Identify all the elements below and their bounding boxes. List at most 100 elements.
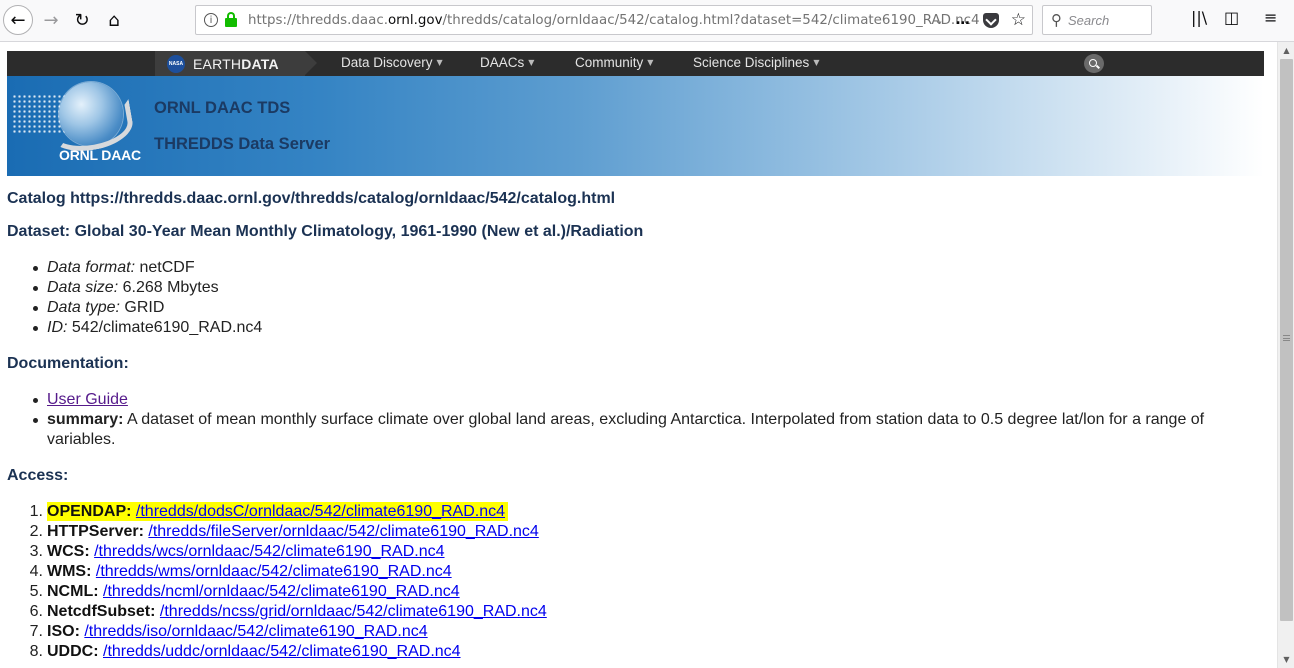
service-label: WMS: xyxy=(47,563,92,580)
reload-icon[interactable]: ↻ xyxy=(67,5,97,35)
address-bar[interactable]: i https://thredds.daac.ornl.gov/thredds/… xyxy=(195,5,1033,35)
service-label: NCML: xyxy=(47,583,99,600)
menu-science-disciplines[interactable]: Science Disciplines ▼ xyxy=(693,55,819,70)
access-link[interactable]: /thredds/wcs/ornldaac/542/climate6190_RA… xyxy=(94,543,444,560)
item-number: 1. xyxy=(29,503,43,520)
access-link[interactable]: /thredds/ncml/ornldaac/542/climate6190_R… xyxy=(103,583,460,600)
access-link[interactable]: /thredds/wms/ornldaac/542/climate6190_RA… xyxy=(96,563,452,580)
item-number: 2. xyxy=(29,523,43,540)
info-value: netCDF xyxy=(139,259,195,276)
info-label: Data format: xyxy=(47,259,136,276)
documentation-list: User Guide summary: A dataset of mean mo… xyxy=(33,390,1227,450)
access-link[interactable]: /thredds/ncss/grid/ornldaac/542/climate6… xyxy=(160,603,547,620)
list-item: Data type: GRID xyxy=(32,298,262,318)
library-icon[interactable]: ||\ xyxy=(1191,8,1207,27)
service-label: UDDC: xyxy=(47,643,99,660)
list-item: Data format: netCDF xyxy=(32,258,262,278)
access-item-wcs: 3. WCS: /thredds/wcs/ornldaac/542/climate… xyxy=(30,542,547,562)
home-icon[interactable]: ⌂ xyxy=(99,5,129,35)
access-item-uddc: 8. UDDC: /thredds/uddc/ornldaac/542/clima… xyxy=(30,642,547,662)
summary-text: A dataset of mean monthly surface climat… xyxy=(47,411,1205,448)
earthdata-search-icon[interactable] xyxy=(1084,54,1104,73)
search-placeholder: Search xyxy=(1068,12,1110,28)
dataset-info-list: Data format: netCDF Data size: 6.268 Mby… xyxy=(32,258,263,338)
item-number: 6. xyxy=(29,603,43,620)
menu-community[interactable]: Community ▼ xyxy=(575,55,653,70)
banner-title: ORNL DAAC TDS xyxy=(154,99,291,117)
access-link[interactable]: /thredds/iso/ornldaac/542/climate6190_RA… xyxy=(84,623,427,640)
menu-daacs[interactable]: DAACs ▼ xyxy=(480,55,534,70)
access-item-netcdfsubset: 6. NetcdfSubset: /thredds/ncss/grid/ornld… xyxy=(30,602,547,622)
access-item-ncml: 5. NCML: /thredds/ncml/ornldaac/542/clima… xyxy=(30,582,547,602)
search-input[interactable]: ⚲ Search xyxy=(1042,5,1152,35)
list-item: summary: A dataset of mean monthly surfa… xyxy=(33,410,1227,450)
info-value: 542/climate6190_RAD.nc4 xyxy=(71,319,263,336)
list-item: User Guide xyxy=(33,390,1227,410)
pocket-icon[interactable] xyxy=(982,12,999,28)
earthdata-brand[interactable]: NASA EARTHDATA xyxy=(155,51,317,76)
caret-down-icon: ▼ xyxy=(528,58,535,67)
scroll-thumb[interactable] xyxy=(1280,59,1293,621)
brand-bold: DATA xyxy=(241,55,279,72)
scroll-down-arrow-icon[interactable]: ▼ xyxy=(1278,651,1294,668)
ornl-daac-banner: ORNL DAAC ORNL DAAC TDS THREDDS Data Ser… xyxy=(7,76,1264,176)
access-heading: Access: xyxy=(7,467,69,484)
list-item: Data size: 6.268 Mbytes xyxy=(32,278,262,298)
item-number: 5. xyxy=(29,583,43,600)
access-item-wms: 4. WMS: /thredds/wms/ornldaac/542/climate… xyxy=(30,562,547,582)
more-actions-icon[interactable]: … xyxy=(956,12,971,28)
sidebar-icon[interactable]: ◫ xyxy=(1224,8,1239,27)
access-item-opendap: 1. OPENDAP: /thredds/dodsC/ornldaac/542/c… xyxy=(30,502,547,522)
menu-label: DAACs xyxy=(480,55,525,70)
back-icon[interactable]: ← xyxy=(3,5,33,35)
access-item-httpserver: 2. HTTPServer: /thredds/fileServer/ornlda… xyxy=(30,522,547,542)
menu-label: Data Discovery xyxy=(341,55,433,70)
menu-data-discovery[interactable]: Data Discovery ▼ xyxy=(341,55,443,70)
caret-down-icon: ▼ xyxy=(436,58,443,67)
earthdata-wordmark: EARTHDATA xyxy=(193,56,279,72)
info-label: Data size: xyxy=(47,279,119,296)
access-item-iso: 7. ISO: /thredds/iso/ornldaac/542/climate… xyxy=(30,622,547,642)
access-link[interactable]: /thredds/uddc/ornldaac/542/climate6190_R… xyxy=(103,643,461,660)
nasa-logo-icon: NASA xyxy=(167,54,185,73)
browser-toolbar: ← → ↻ ⌂ i https://thredds.daac.ornl.gov/… xyxy=(0,0,1294,42)
menu-label: Science Disciplines xyxy=(693,55,810,70)
item-number: 8. xyxy=(29,643,43,660)
forward-icon[interactable]: → xyxy=(36,5,66,35)
info-value: GRID xyxy=(124,299,165,316)
service-label: NetcdfSubset: xyxy=(47,603,156,620)
item-number: 4. xyxy=(29,563,43,580)
catalog-heading: Catalog https://thredds.daac.ornl.gov/th… xyxy=(7,190,616,207)
bookmark-star-icon[interactable]: ☆ xyxy=(1011,10,1026,30)
service-label: WCS: xyxy=(47,543,90,560)
user-guide-link[interactable]: User Guide xyxy=(47,391,128,408)
item-number: 3. xyxy=(29,543,43,560)
url-prefix: https://thredds.daac. xyxy=(248,12,388,28)
highlight-mark: OPENDAP: /thredds/dodsC/ornldaac/542/cli… xyxy=(47,502,509,521)
url-suffix: /thredds/catalog/ornldaac/542/catalog.ht… xyxy=(442,12,980,28)
page-scrollbar[interactable]: ▲ ▼ xyxy=(1277,42,1294,668)
access-link[interactable]: /thredds/dodsC/ornldaac/542/climate6190_… xyxy=(136,503,505,520)
menu-icon[interactable]: ≡ xyxy=(1264,8,1277,27)
chevron-down-icon[interactable]: ⌄ xyxy=(935,14,944,27)
access-link[interactable]: /thredds/fileServer/ornldaac/542/climate… xyxy=(148,523,538,540)
caret-down-icon: ▼ xyxy=(647,58,654,67)
search-icon: ⚲ xyxy=(1051,11,1062,29)
lock-icon[interactable] xyxy=(224,12,238,28)
banner-subtitle: THREDDS Data Server xyxy=(154,135,331,153)
info-value: 6.268 Mbytes xyxy=(122,279,219,296)
info-label: Data type: xyxy=(47,299,120,316)
service-label: OPENDAP: xyxy=(47,503,132,520)
access-list: 1. OPENDAP: /thredds/dodsC/ornldaac/542/c… xyxy=(30,502,547,662)
caret-down-icon: ▼ xyxy=(813,58,820,67)
ornl-daac-logo-text[interactable]: ORNL DAAC xyxy=(59,147,141,163)
info-icon[interactable]: i xyxy=(204,13,218,27)
documentation-heading: Documentation: xyxy=(7,355,129,372)
scroll-up-arrow-icon[interactable]: ▲ xyxy=(1278,42,1294,59)
earthdata-nav-bar: NASA EARTHDATA Data Discovery ▼ DAACs ▼ Co… xyxy=(7,51,1264,76)
url-domain: ornl.gov xyxy=(387,12,443,28)
service-label: HTTPServer: xyxy=(47,523,144,540)
url-text[interactable]: https://thredds.daac.ornl.gov/thredds/ca… xyxy=(248,13,980,28)
service-label: ISO: xyxy=(47,623,80,640)
grip-icon xyxy=(1283,335,1290,341)
